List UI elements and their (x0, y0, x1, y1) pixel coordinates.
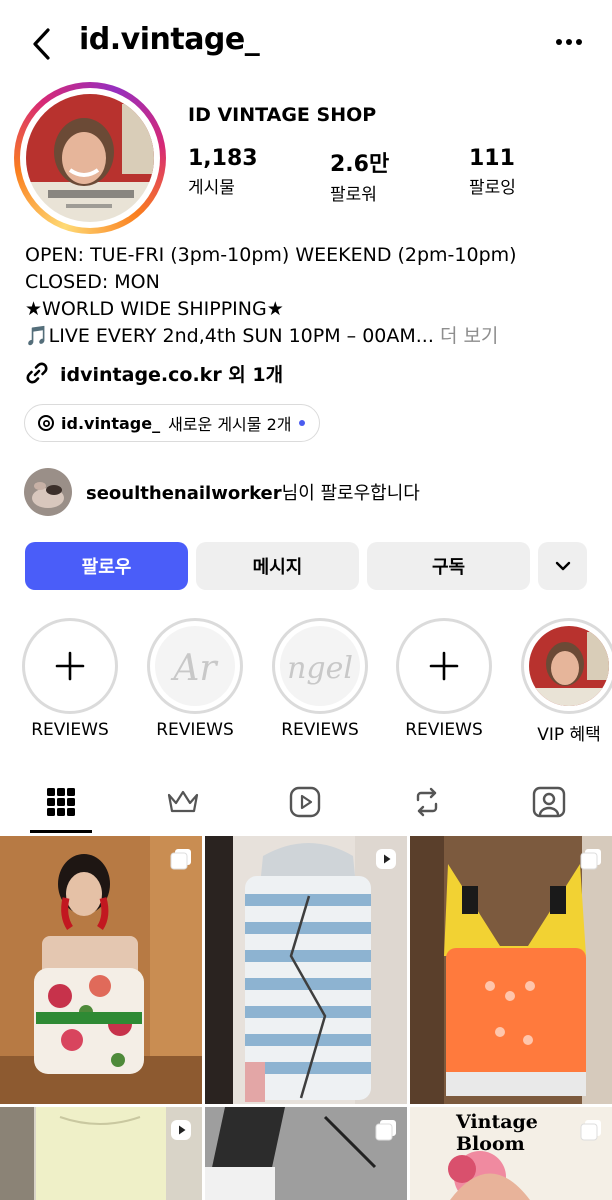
back-button[interactable] (26, 24, 58, 64)
carousel-icon (375, 1120, 396, 1141)
profile-avatar-story-ring[interactable] (14, 82, 166, 234)
tab-reels[interactable] (244, 772, 366, 832)
post-thumbnail[interactable]: Vintage Bloom (410, 1107, 612, 1200)
more-options-button[interactable] (552, 28, 588, 56)
bio-more-link[interactable]: 더 보기 (440, 325, 498, 347)
message-button[interactable]: 메시지 (196, 542, 359, 590)
post-thumbnail[interactable] (0, 1107, 202, 1200)
profile-bio: OPEN: TUE-FRI (3pm-10pm) WEEKEND (2pm-10… (25, 242, 595, 350)
bio-line: CLOSED: MON (25, 271, 160, 293)
following-label: 팔로잉 (469, 178, 516, 198)
following-count: 111 (469, 146, 515, 171)
profile-link[interactable]: idvintage.co.kr 외 1개 (24, 358, 283, 388)
followers-count-stat[interactable]: 2.6만 팔로워 (330, 146, 389, 205)
ellipsis-icon (556, 39, 582, 45)
active-tab-indicator (30, 830, 92, 833)
story-highlights: REVIEWS Ar REVIEWS ngel REVIEWS REVIEWS (0, 614, 612, 754)
tagged-icon (532, 786, 566, 818)
threads-new-posts: 새로운 게시물 2개 (168, 415, 292, 434)
bio-line: ★WORLD WIDE SHIPPING★ (25, 298, 284, 320)
tab-tagged[interactable] (488, 772, 610, 832)
profile-link-text: idvintage.co.kr 외 1개 (60, 363, 284, 386)
threads-icon (38, 415, 54, 431)
posts-grid: Vintage Bloom (0, 836, 612, 1200)
followers-label: 팔로워 (330, 185, 377, 205)
highlight-label: REVIEWS (31, 720, 109, 740)
threads-username: id.vintage_ (61, 413, 161, 433)
chevron-down-icon (555, 561, 570, 571)
plus-icon (55, 651, 85, 681)
bio-line-text: 🎵LIVE EVERY 2nd,4th SUN 10PM – 00AM... (25, 325, 434, 347)
highlight-script-text: ngel (287, 651, 353, 686)
carousel-icon (170, 849, 191, 870)
link-icon (26, 362, 48, 384)
followed-by-row[interactable]: seoulthenailworker님이 팔로우합니다 (24, 466, 420, 518)
highlight-label: REVIEWS (405, 720, 483, 740)
tab-posts-grid[interactable] (0, 772, 122, 832)
tab-exclusive[interactable] (122, 772, 244, 832)
reel-icon (171, 1120, 191, 1140)
plus-icon (429, 651, 459, 681)
carousel-icon (580, 1120, 601, 1141)
bio-line-last: 🎵LIVE EVERY 2nd,4th SUN 10PM – 00AM... 더… (25, 323, 595, 350)
highlight-label: REVIEWS (281, 720, 359, 740)
followed-by-suffix: 님이 팔로우합니다 (281, 483, 420, 504)
post-thumbnail[interactable] (205, 836, 407, 1104)
reel-icon (376, 849, 396, 869)
avatar (26, 94, 154, 222)
followers-count: 2.6만 (330, 152, 390, 177)
suggested-accounts-button[interactable] (538, 542, 587, 590)
reposts-icon (416, 787, 438, 817)
posts-count: 1,183 (188, 146, 258, 171)
top-bar: id.vintage_ (0, 0, 612, 88)
follow-button[interactable]: 팔로우 (25, 542, 188, 590)
posts-count-stat[interactable]: 1,183 게시물 (188, 146, 258, 198)
chevron-left-icon (33, 28, 50, 60)
post-thumbnail[interactable] (205, 1107, 407, 1200)
profile-display-name: ID VINTAGE SHOP (188, 104, 377, 126)
posts-label: 게시물 (188, 178, 235, 198)
profile-content-tabs (0, 772, 612, 834)
bio-line: OPEN: TUE-FRI (3pm-10pm) WEEKEND (2pm-10… (25, 244, 517, 266)
post-thumbnail[interactable] (410, 836, 612, 1104)
carousel-icon (580, 849, 601, 870)
following-count-stat[interactable]: 111 팔로잉 (469, 146, 516, 198)
follower-name[interactable]: seoulthenailworker (86, 483, 282, 504)
post-thumbnail[interactable] (0, 836, 202, 1104)
subscribe-button[interactable]: 구독 (367, 542, 530, 590)
threads-badge[interactable]: id.vintage_ 새로운 게시물 2개 (24, 404, 321, 442)
crown-icon (167, 790, 199, 813)
highlight-label: VIP 혜택 (537, 725, 601, 745)
grid-icon (47, 788, 75, 816)
highlight-label: REVIEWS (156, 720, 234, 740)
followed-by-text: seoulthenailworker님이 팔로우합니다 (86, 479, 420, 505)
tab-reposts[interactable] (366, 772, 488, 832)
follower-avatar (24, 468, 72, 516)
profile-username: id.vintage_ (79, 22, 260, 57)
new-dot-indicator (299, 420, 306, 426)
highlight-script-text: Ar (170, 648, 218, 689)
reels-icon (289, 786, 321, 818)
